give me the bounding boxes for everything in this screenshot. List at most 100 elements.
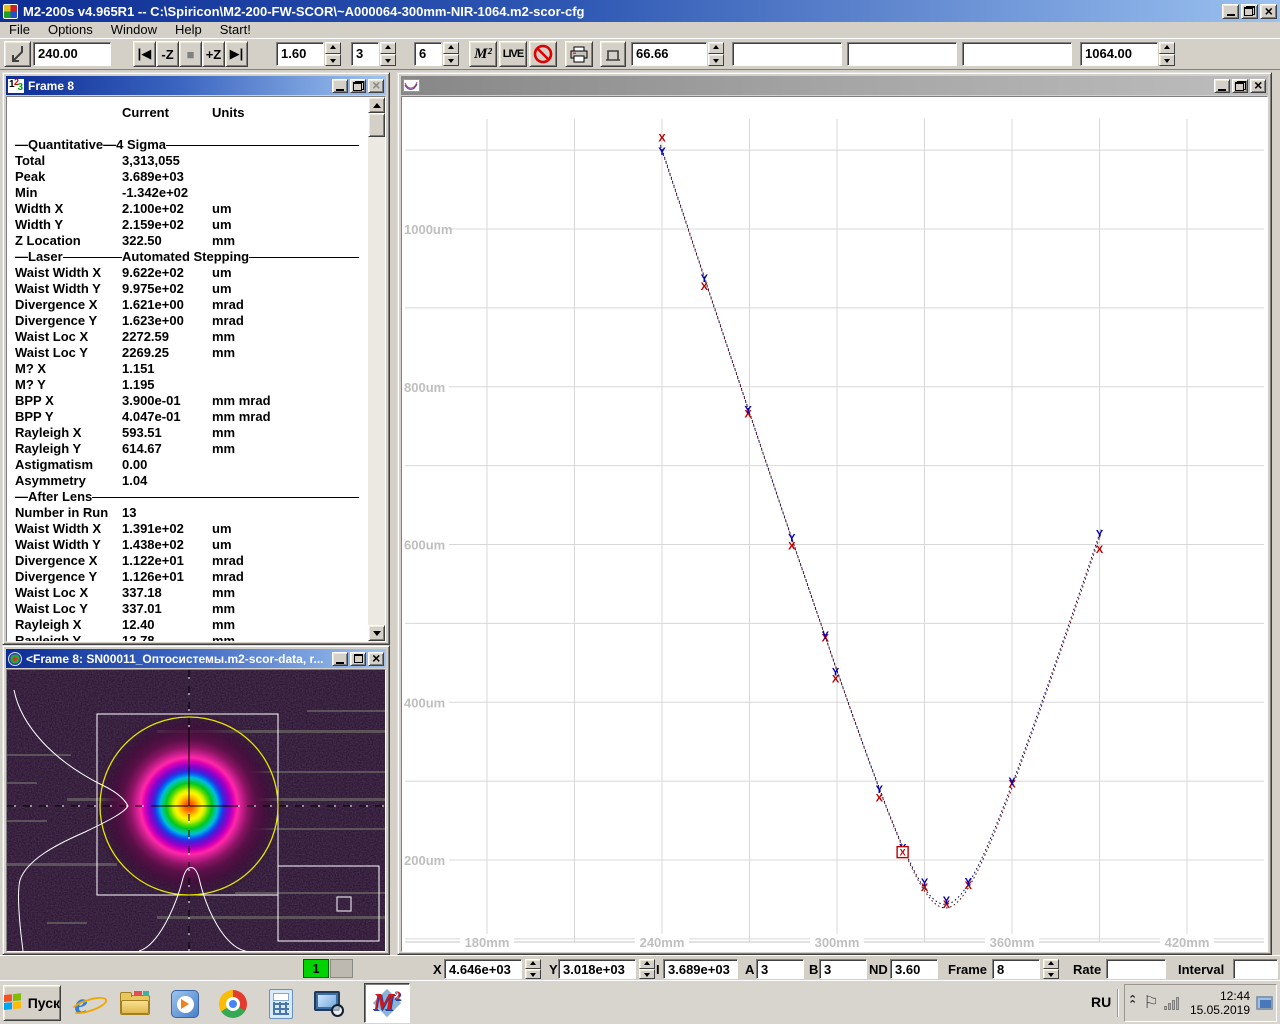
chart-close-button[interactable]: [1250, 79, 1266, 93]
empty-field-2[interactable]: [847, 42, 957, 66]
minimize-button[interactable]: [1222, 4, 1239, 19]
statusbar: 1 X 4.646e+03 Y 3.018e+03 I 3.689e+03 A …: [0, 955, 1280, 980]
scroll-up-button[interactable]: [368, 97, 385, 113]
nav-minus-z-button[interactable]: -Z: [156, 41, 179, 67]
svg-text:800um: 800um: [404, 380, 445, 395]
beam-close-button[interactable]: [368, 652, 384, 666]
clock[interactable]: 12:44 15.05.2019: [1185, 989, 1250, 1017]
caustic-chart[interactable]: 200um400um600um800um1000um180mm240mm300m…: [402, 97, 1267, 951]
parameter-66-field[interactable]: 66.66: [631, 42, 707, 66]
results-content: Current Units —Quantitative—4 SigmaTotal…: [6, 96, 386, 642]
menu-file[interactable]: File: [0, 22, 39, 38]
scroll-down-button[interactable]: [368, 625, 385, 641]
step-size-spinner[interactable]: [325, 42, 341, 66]
beam-profile-image[interactable]: [7, 670, 385, 951]
x-readout-spinner[interactable]: [525, 959, 541, 979]
media-player-icon[interactable]: [168, 987, 202, 1021]
frames-field[interactable]: 6: [414, 42, 442, 66]
windows-logo-icon: [4, 993, 24, 1013]
results-restore-button[interactable]: [350, 79, 366, 93]
results-titlebar: Frame 8: [6, 76, 386, 95]
frame-label: Frame: [948, 962, 987, 977]
live-button[interactable]: LIVE: [499, 41, 527, 67]
calculator-icon[interactable]: [264, 987, 298, 1021]
col-current: Current: [122, 105, 212, 121]
section-row: —LaserAutomated Stepping: [15, 249, 361, 265]
frame-spinner[interactable]: [1043, 959, 1059, 979]
svg-text:600um: 600um: [404, 538, 445, 553]
result-row: M? X1.151: [15, 361, 361, 377]
scroll-thumb[interactable]: [368, 113, 385, 137]
menu-options[interactable]: Options: [39, 22, 102, 38]
results-table: Current Units —Quantitative—4 SigmaTotal…: [15, 105, 361, 642]
svg-text:Y: Y: [965, 876, 973, 888]
frames-spinner[interactable]: [443, 42, 459, 66]
file-explorer-icon[interactable]: [118, 987, 152, 1021]
nav-plus-z-button[interactable]: +Z: [202, 41, 225, 67]
wavelength-field[interactable]: 1064.00: [1080, 42, 1158, 66]
menu-start[interactable]: Start!: [211, 22, 260, 38]
a-field[interactable]: 3: [756, 959, 804, 979]
intensity-field[interactable]: 3.689e+03: [663, 959, 738, 979]
m2-calc-button[interactable]: M²: [469, 41, 497, 67]
y-readout-field[interactable]: 3.018e+03: [558, 959, 636, 979]
result-row: Width X2.100e+02um: [15, 201, 361, 217]
x-readout-field[interactable]: 4.646e+03: [444, 959, 522, 979]
b-field[interactable]: 3: [819, 959, 867, 979]
flag-icon[interactable]: ⚐: [1143, 993, 1158, 1013]
nd-field[interactable]: 3.60: [890, 959, 938, 979]
buffer-indicator: 1: [303, 959, 329, 978]
results-minimize-button[interactable]: [332, 79, 348, 93]
averages-spinner[interactable]: [380, 42, 396, 66]
start-button[interactable]: Пуск: [3, 985, 61, 1021]
internet-explorer-icon[interactable]: e: [64, 987, 98, 1021]
print-button[interactable]: [565, 41, 593, 67]
empty-field-1[interactable]: [732, 42, 842, 66]
svg-text:1000um: 1000um: [404, 222, 452, 237]
result-row: BPP Y4.047e-01mm mrad: [15, 409, 361, 425]
frame-field[interactable]: 8: [992, 959, 1040, 979]
result-row: Waist Loc X337.18mm: [15, 585, 361, 601]
close-button[interactable]: [1260, 4, 1277, 19]
nav-first-button[interactable]: |◀: [133, 41, 156, 67]
menu-help[interactable]: Help: [166, 22, 211, 38]
results-scrollbar[interactable]: [368, 97, 385, 641]
wavelength-spinner[interactable]: [1159, 42, 1175, 66]
averages-field[interactable]: 3: [351, 42, 379, 66]
optical-bench-icon: [604, 46, 622, 62]
b-label: B: [809, 962, 818, 977]
interval-field[interactable]: [1233, 959, 1278, 979]
buffer-indicator-track: [330, 959, 353, 978]
svg-text:200um: 200um: [404, 853, 445, 868]
nav-last-button[interactable]: ▶|: [225, 41, 248, 67]
parameter-66-spinner[interactable]: [708, 42, 724, 66]
beam-minimize-button[interactable]: [332, 652, 348, 666]
step-size-field[interactable]: 1.60: [276, 42, 324, 66]
abort-button[interactable]: [529, 41, 557, 67]
origin-arrow-button[interactable]: [4, 41, 31, 67]
rate-field[interactable]: [1106, 959, 1166, 979]
language-indicator[interactable]: RU: [1091, 994, 1111, 1010]
hidden-icons-chevron[interactable]: ⌃⌃: [1128, 998, 1137, 1008]
chart-minimize-button[interactable]: [1214, 79, 1230, 93]
m2-app-taskbar-button[interactable]: M2: [364, 983, 410, 1023]
intensity-label: I: [656, 962, 660, 977]
z-position-field[interactable]: 240.00: [33, 42, 111, 66]
bench-button[interactable]: [600, 41, 626, 67]
empty-field-3[interactable]: [962, 42, 1072, 66]
nav-stop-button[interactable]: ■: [179, 41, 202, 67]
results-close-button[interactable]: [368, 79, 384, 93]
chart-restore-button[interactable]: [1232, 79, 1248, 93]
display-tray-icon[interactable]: [1256, 996, 1273, 1010]
result-row: Divergence Y1.126e+01mrad: [15, 569, 361, 585]
menu-window[interactable]: Window: [102, 22, 166, 38]
beam-maximize-button[interactable]: [350, 652, 366, 666]
signal-bars-icon[interactable]: [1164, 996, 1179, 1010]
tray-date: 15.05.2019: [1190, 1003, 1250, 1017]
y-readout-spinner[interactable]: [639, 959, 655, 979]
screen-magnifier-icon[interactable]: [312, 987, 346, 1021]
restore-button[interactable]: [1241, 4, 1258, 19]
menubar: File Options Window Help Start!: [0, 22, 1280, 38]
result-row: Waist Loc X2272.59mm: [15, 329, 361, 345]
chrome-icon[interactable]: [216, 987, 250, 1021]
